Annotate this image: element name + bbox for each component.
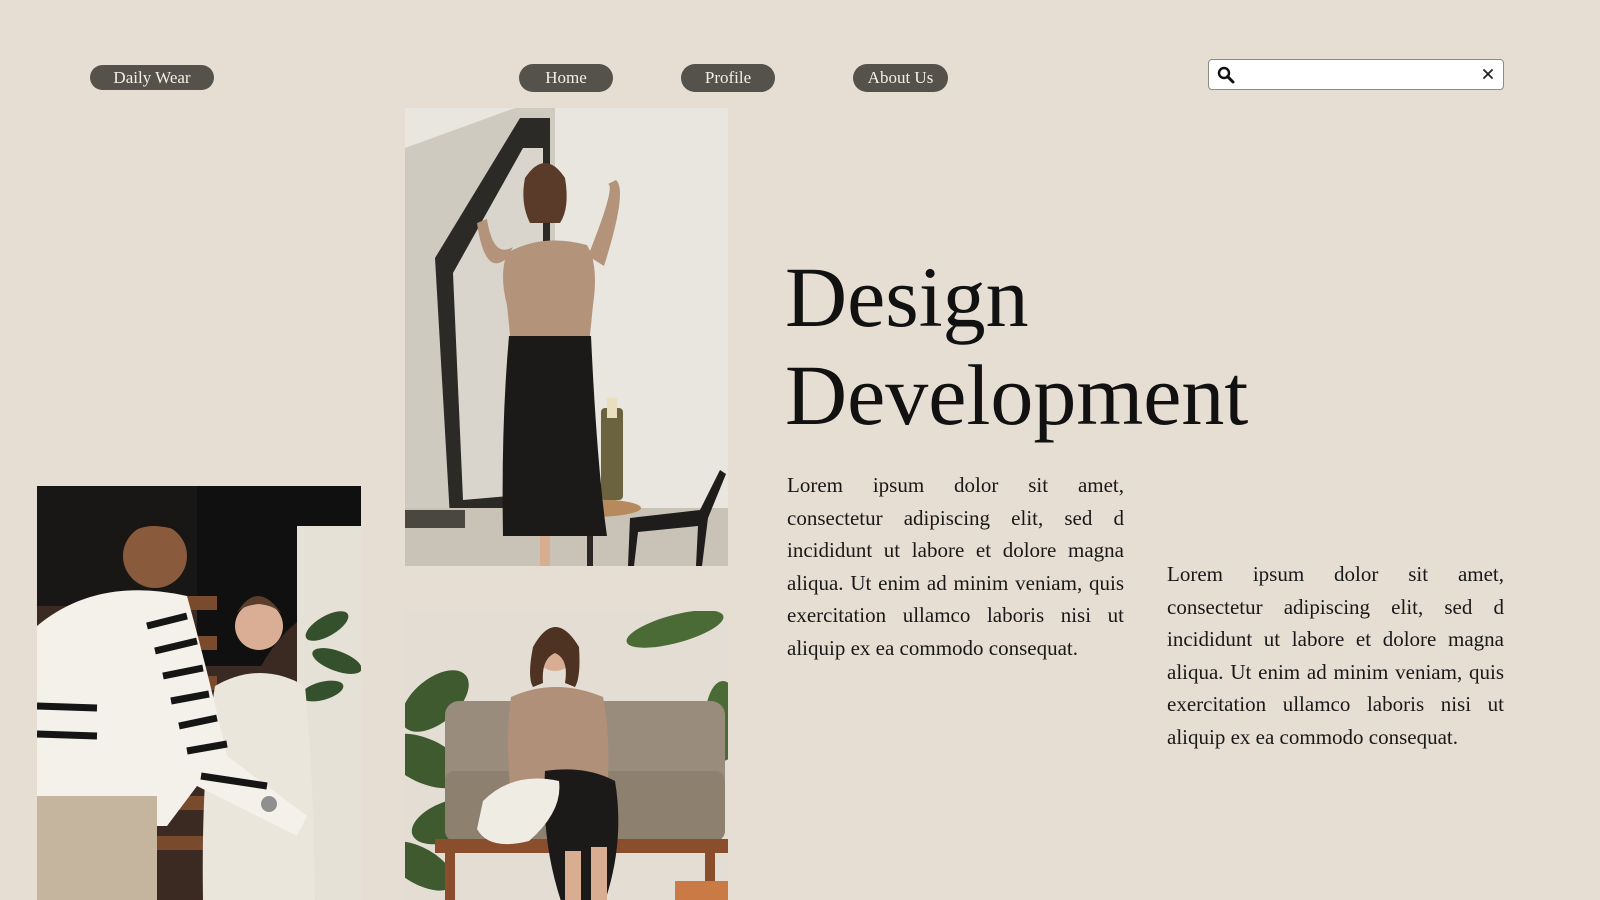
hero-title-line-2: Development (785, 347, 1249, 443)
photo-woman-on-sofa (405, 611, 728, 900)
nav-profile-button[interactable]: Profile (681, 64, 775, 92)
close-icon[interactable] (1481, 67, 1495, 81)
brand-logo[interactable]: Daily Wear (90, 65, 214, 90)
photo-woman-standing (405, 108, 728, 566)
nav-about-us-button[interactable]: About Us (853, 64, 948, 92)
search-input[interactable] (1241, 63, 1469, 86)
photo-couple (37, 486, 361, 900)
search-icon[interactable] (1217, 66, 1235, 84)
hero-title-line-1: Design (785, 249, 1029, 345)
hero-title: Design Development (785, 248, 1405, 444)
nav-home-button[interactable]: Home (519, 64, 613, 92)
body-paragraph-right: Lorem ipsum dolor sit amet, consectetur … (1167, 562, 1504, 749)
body-paragraph-left: Lorem ipsum dolor sit amet, consectetur … (787, 473, 1124, 660)
search-bar[interactable] (1208, 59, 1504, 90)
